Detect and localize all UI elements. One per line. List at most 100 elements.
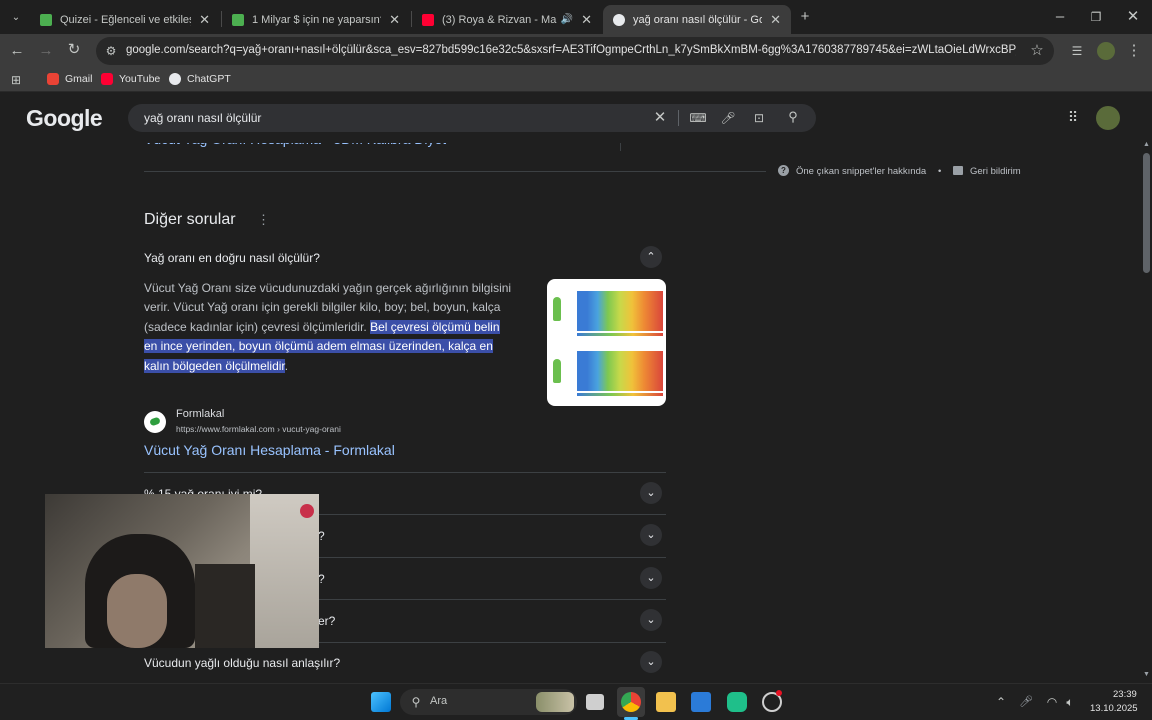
- divider: [144, 472, 666, 473]
- close-tab-icon[interactable]: ✕: [199, 12, 210, 28]
- bookmark-star-icon[interactable]: ☆: [1028, 43, 1046, 59]
- faq-question-1[interactable]: Yağ oranı en doğru nasıl ölçülür?: [144, 251, 320, 265]
- faq-question-6[interactable]: Vücudun yağlı olduğu nasıl anlaşılır?: [144, 656, 340, 670]
- volume-icon[interactable]: 🔈︎: [1061, 694, 1079, 710]
- feedback-icon[interactable]: [953, 166, 963, 175]
- tab-title: Quizei - Eğlenceli ve etkileşimli: [60, 13, 191, 26]
- scroll-up-arrow-icon[interactable]: ▲: [1143, 141, 1150, 148]
- notification-dot: [776, 690, 782, 696]
- logo-text: Google: [26, 105, 103, 131]
- profile-avatar[interactable]: [1097, 42, 1115, 60]
- faq-question-5[interactable]: er?: [318, 614, 335, 628]
- account-avatar[interactable]: [1096, 106, 1120, 130]
- keyboard-icon[interactable]: ⌨: [689, 110, 707, 126]
- forward-icon[interactable]: →: [37, 43, 55, 59]
- close-tab-icon[interactable]: ✕: [389, 12, 400, 28]
- tab-title: yağ oranı nasıl ölçülür - Google: [633, 13, 763, 26]
- tab-milyar[interactable]: 1 Milyar $ için ne yaparsın? - Qu ✕: [222, 5, 410, 34]
- bookmark-chatgpt[interactable]: ChatGPT: [169, 73, 231, 85]
- legend-bar: [577, 393, 663, 396]
- tab-google-search[interactable]: yağ oranı nasıl ölçülür - Google ✕: [603, 5, 791, 34]
- scrollbar-thumb[interactable]: [1143, 153, 1150, 273]
- answer-end: .: [284, 358, 289, 373]
- google-logo[interactable]: Google: [26, 105, 103, 132]
- feedback-link[interactable]: Geri bildirim: [970, 166, 1021, 177]
- search-box[interactable]: yağ oranı nasıl ölçülür ✕ ⌨ 🎤︎ ⊡ ⚲: [128, 104, 816, 132]
- chevron-up-icon[interactable]: ⌃: [640, 246, 662, 268]
- show-hidden-icons-icon[interactable]: ⌃: [992, 694, 1010, 710]
- faq-question-3[interactable]: ?: [318, 529, 325, 543]
- close-window-icon[interactable]: ✕: [1124, 9, 1142, 25]
- microphone-icon[interactable]: 🎤︎: [719, 110, 737, 126]
- source-title-link[interactable]: Vücut Yağ Oranı Hesaplama - Formlakal: [144, 442, 395, 458]
- microphone-tray-icon[interactable]: 🎤︎: [1017, 694, 1035, 710]
- bookmark-youtube[interactable]: YouTube: [101, 73, 160, 85]
- reading-list-icon[interactable]: ☰: [1068, 43, 1086, 59]
- other-questions-heading: Diğer sorular: [144, 211, 236, 228]
- new-tab-icon[interactable]: +: [796, 9, 814, 25]
- taskbar-search-box[interactable]: ⚲ Ara: [400, 689, 577, 715]
- clock-time[interactable]: 23:39: [1113, 689, 1137, 700]
- url-text: google.com/search?q=yağ+oranı+nasıl+ölçü…: [126, 44, 1016, 56]
- site-settings-icon[interactable]: ⚙: [102, 43, 120, 59]
- clock-date[interactable]: 13.10.2025: [1090, 703, 1138, 714]
- clear-search-icon[interactable]: ✕: [651, 110, 669, 126]
- page-scrollbar[interactable]: ▲ ▼: [1140, 93, 1152, 683]
- legend-bar: [577, 333, 663, 336]
- body-fat-chart-image[interactable]: [547, 279, 666, 406]
- more-options-icon[interactable]: ⋮: [257, 212, 270, 228]
- source-name[interactable]: Formlakal: [176, 408, 224, 420]
- task-view-icon[interactable]: [586, 694, 604, 710]
- close-tab-icon[interactable]: ✕: [770, 12, 781, 28]
- chart-grid: [577, 291, 663, 331]
- reload-icon[interactable]: ↻: [65, 42, 83, 58]
- source-favicon-icon[interactable]: [144, 411, 166, 433]
- chevron-down-icon[interactable]: ⌄: [640, 609, 662, 631]
- restore-icon[interactable]: ❐: [1087, 9, 1105, 25]
- menu-icon[interactable]: ⋮: [1125, 43, 1143, 59]
- youtube-icon: [101, 73, 113, 85]
- bookmark-label: Gmail: [65, 73, 93, 85]
- speaker-icon[interactable]: 🔊: [561, 14, 573, 25]
- search-icon: ⚲: [411, 695, 421, 709]
- faq-question-4[interactable]: ?: [318, 572, 325, 586]
- close-tab-icon[interactable]: ✕: [581, 12, 592, 28]
- source-url[interactable]: https://www.formlakal.com › vucut-yag-or…: [176, 424, 341, 434]
- bookmarks-bar: ⊞ Gmail YouTube ChatGPT: [0, 68, 1152, 92]
- tab-search-icon[interactable]: ⌄: [7, 10, 25, 26]
- browser-toolbar: ← → ↻ ⚙ google.com/search?q=yağ+oranı+na…: [0, 34, 1152, 68]
- webcam-face: [107, 574, 167, 648]
- faq-answer: Vücut Yağ Oranı size vücudunuzdaki yağın…: [144, 279, 514, 376]
- microsoft-store-icon[interactable]: [691, 692, 711, 712]
- snippet-info-icon[interactable]: ?: [778, 165, 789, 176]
- address-bar[interactable]: ⚙ google.com/search?q=yağ+oranı+nasıl+öl…: [96, 37, 1054, 65]
- chevron-down-icon[interactable]: ⌄: [640, 482, 662, 504]
- scroll-down-arrow-icon[interactable]: ▼: [1143, 671, 1150, 678]
- chevron-down-icon[interactable]: ⌄: [640, 567, 662, 589]
- search-input[interactable]: yağ oranı nasıl ölçülür: [144, 111, 261, 125]
- search-divider: [678, 110, 679, 126]
- search-icon[interactable]: ⚲: [784, 109, 802, 125]
- apps-grid-icon[interactable]: ⊞: [7, 72, 25, 88]
- file-explorer-icon[interactable]: [656, 692, 676, 712]
- bookmark-gmail[interactable]: Gmail: [47, 73, 92, 85]
- minimize-icon[interactable]: –: [1051, 9, 1069, 25]
- google-apps-icon[interactable]: ⠿: [1064, 109, 1082, 125]
- snippet-feedback-link[interactable]: Öne çıkan snippet'ler hakkında: [796, 166, 926, 177]
- back-icon[interactable]: ←: [8, 43, 26, 59]
- google-header: Google yağ oranı nasıl ölçülür ✕ ⌨ 🎤︎ ⊡ …: [0, 93, 1140, 143]
- google-favicon-icon: [613, 13, 625, 26]
- lens-camera-icon[interactable]: ⊡: [750, 110, 768, 126]
- taskbar-search-placeholder: Ara: [430, 695, 448, 707]
- chevron-down-icon[interactable]: ⌄: [640, 524, 662, 546]
- chrome-icon[interactable]: [621, 692, 641, 712]
- tab-youtube[interactable]: (3) Roya & Rizvan - Mahabb 🔊 ✕: [412, 5, 602, 34]
- tab-strip: ⌄ Quizei - Eğlenceli ve etkileşimli ✕ 1 …: [0, 0, 1152, 34]
- windows-start-icon[interactable]: [371, 692, 391, 712]
- chevron-down-icon[interactable]: ⌄: [640, 651, 662, 673]
- youtube-favicon-icon: [422, 13, 434, 26]
- windows-taskbar: ⚲ Ara ⌃ 🎤︎ ◠ 🔈︎ 23:39 13.10.2025: [0, 683, 1152, 720]
- app-green-icon[interactable]: [727, 692, 747, 712]
- tab-quizei[interactable]: Quizei - Eğlenceli ve etkileşimli ✕: [30, 5, 220, 34]
- wifi-icon[interactable]: ◠: [1043, 694, 1061, 710]
